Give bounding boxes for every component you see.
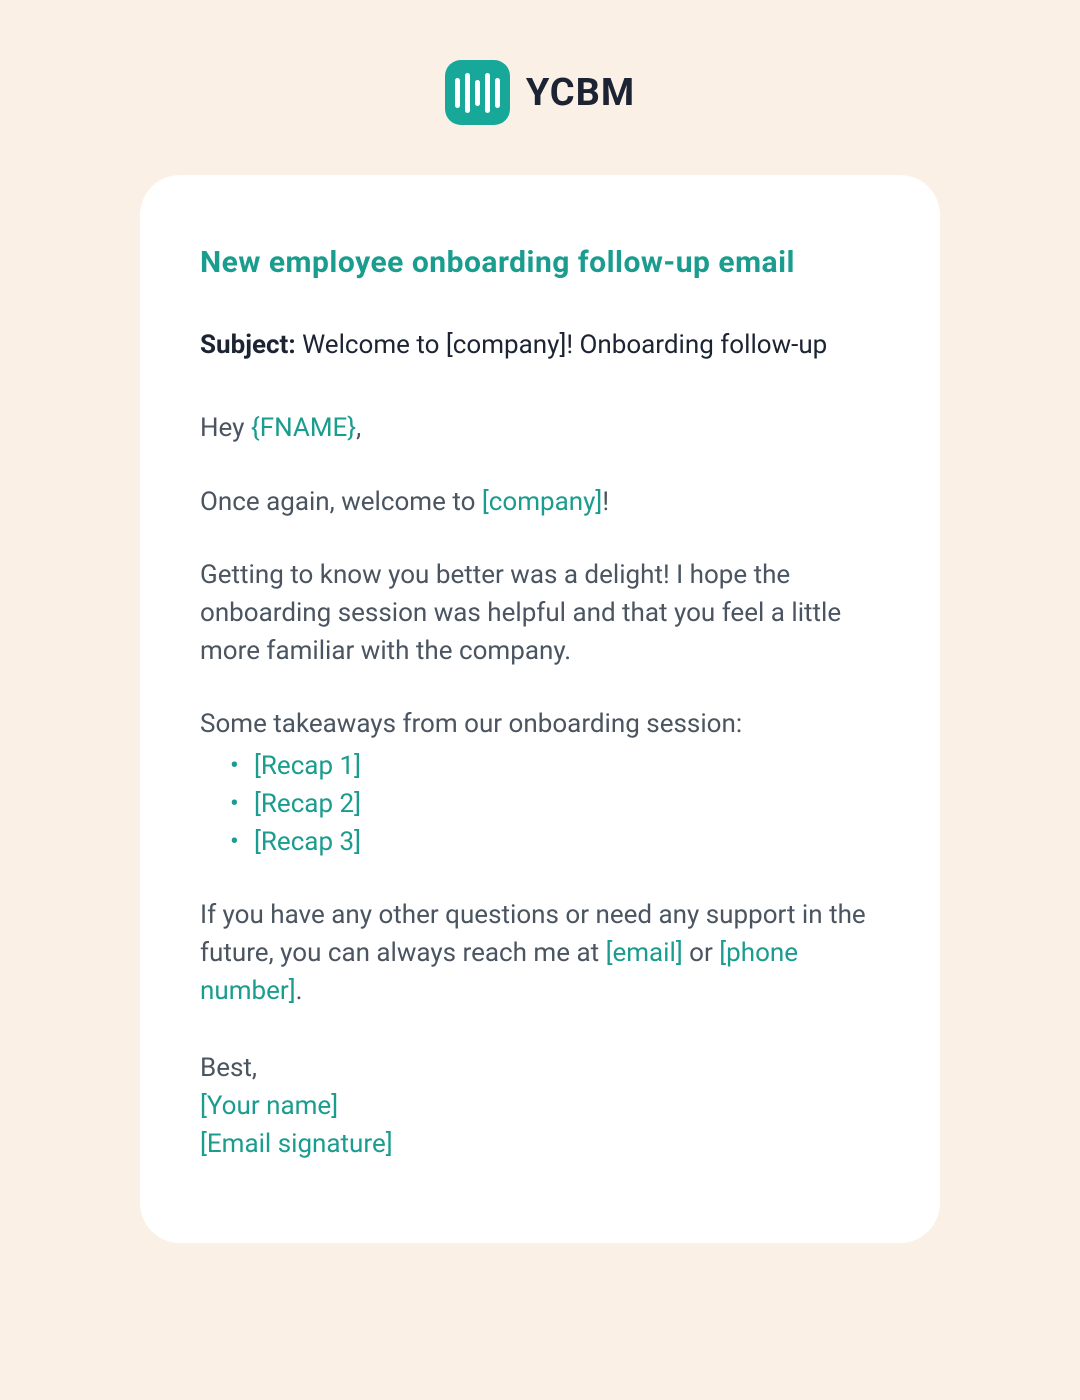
welcome-line: Once again, welcome to [company]! bbox=[200, 484, 880, 522]
logo-text: YCBM bbox=[526, 71, 635, 115]
list-item: [Recap 2] bbox=[230, 786, 880, 824]
template-title: New employee onboarding follow-up email bbox=[200, 245, 880, 280]
header-logo: YCBM bbox=[0, 60, 1080, 125]
email-placeholder: [email] bbox=[606, 938, 683, 968]
list-item: [Recap 1] bbox=[230, 748, 880, 786]
takeaways-list: [Recap 1] [Recap 2] [Recap 3] bbox=[200, 748, 880, 861]
support-paragraph: If you have any other questions or need … bbox=[200, 897, 880, 1010]
yourname-placeholder: [Your name] bbox=[200, 1088, 880, 1126]
greeting: Hey {FNAME}, bbox=[200, 410, 880, 448]
email-template-card: New employee onboarding follow-up email … bbox=[140, 175, 940, 1243]
signature-placeholder: [Email signature] bbox=[200, 1126, 880, 1164]
company-placeholder: [company] bbox=[482, 487, 602, 517]
logo-icon bbox=[445, 60, 510, 125]
fname-placeholder: {FNAME} bbox=[251, 413, 356, 443]
takeaways-intro: Some takeaways from our onboarding sessi… bbox=[200, 706, 880, 744]
delight-paragraph: Getting to know you better was a delight… bbox=[200, 557, 880, 670]
subject-value: Welcome to [company]! Onboarding follow-… bbox=[296, 330, 828, 360]
list-item: [Recap 3] bbox=[230, 824, 880, 862]
signoff-best: Best, bbox=[200, 1050, 880, 1088]
subject-label: Subject: bbox=[200, 330, 296, 360]
subject-line: Subject: Welcome to [company]! Onboardin… bbox=[200, 330, 880, 360]
signoff: Best, [Your name] [Email signature] bbox=[200, 1050, 880, 1163]
